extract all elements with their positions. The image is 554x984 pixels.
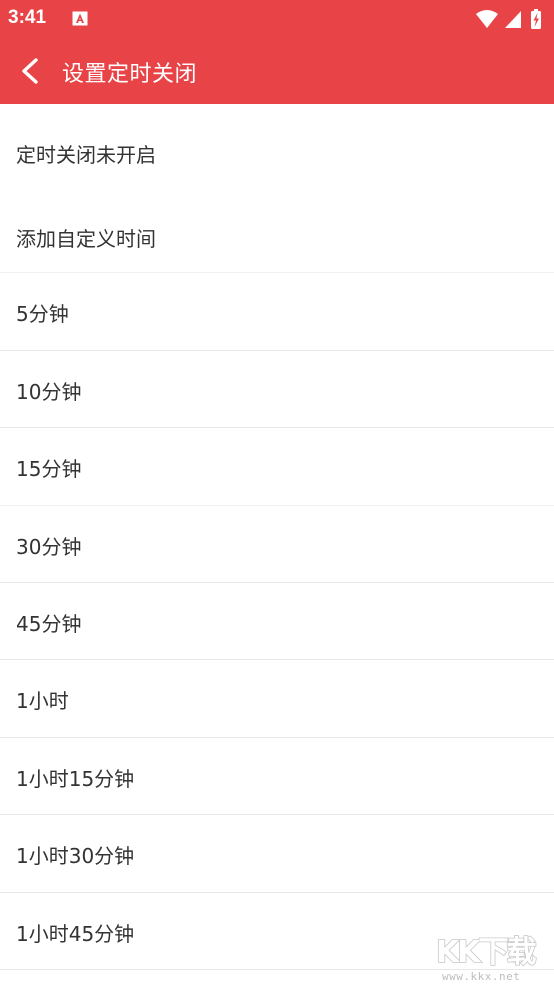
option-5min[interactable]: 5分钟 (0, 273, 554, 351)
option-15min[interactable]: 15分钟 (0, 428, 554, 506)
app-bar: 设置定时关闭 (0, 38, 554, 104)
watermark-logo-text: KK下载 (436, 935, 536, 970)
list-item-label: 45分钟 (16, 612, 82, 636)
timer-status-row: 定时关闭未开启 (0, 104, 554, 192)
kkx-watermark-logo: KK下载 www.kkx.net (436, 934, 539, 983)
option-1h15min[interactable]: 1小时15分钟 (0, 738, 554, 815)
watermark-url: www.kkx.net (442, 970, 520, 983)
status-icons (476, 9, 541, 29)
list-item-label: 10分钟 (16, 380, 82, 404)
list-item-label: 5分钟 (16, 302, 69, 326)
list-item-label: 1小时45分钟 (16, 922, 135, 946)
option-1h30min[interactable]: 1小时30分钟 (0, 815, 554, 893)
option-30min[interactable]: 30分钟 (0, 506, 554, 583)
option-custom-time[interactable]: 添加自定义时间 (0, 192, 554, 273)
list-item-label: 1小时30分钟 (16, 844, 135, 868)
back-button[interactable] (12, 52, 50, 90)
page-title: 设置定时关闭 (62, 62, 198, 87)
option-45min[interactable]: 45分钟 (0, 583, 554, 660)
status-time: 3:41 (8, 7, 47, 28)
back-arrow-icon (22, 58, 38, 84)
timer-list: 定时关闭未开启 添加自定义时间 5分钟 10分钟 15分钟 30分钟 45分钟 … (0, 104, 554, 970)
list-item-label: 添加自定义时间 (16, 227, 156, 251)
wifi-icon (476, 10, 498, 28)
battery-charging-icon (531, 9, 541, 29)
timer-status-label: 定时关闭未开启 (16, 143, 156, 167)
option-1h[interactable]: 1小时 (0, 660, 554, 738)
list-item-label: 15分钟 (16, 457, 82, 481)
option-10min[interactable]: 10分钟 (0, 351, 554, 428)
list-item-label: 1小时 (16, 689, 69, 713)
list-item-label: 30分钟 (16, 535, 82, 559)
cell-signal-icon (505, 11, 521, 28)
notification-a-icon (72, 11, 88, 26)
status-bar: 3:41 (0, 0, 554, 38)
list-item-label: 1小时15分钟 (16, 767, 135, 791)
